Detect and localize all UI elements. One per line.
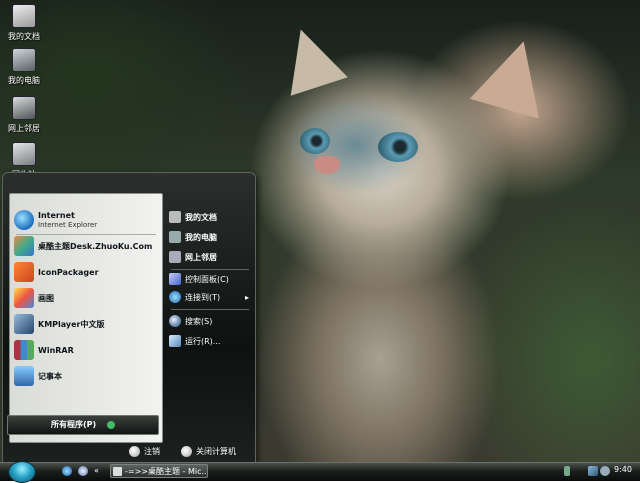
connect-to-icon <box>169 291 181 303</box>
my-computer-icon <box>169 231 181 243</box>
quick-launch-ie-icon[interactable] <box>62 466 72 476</box>
program-iconpackager[interactable]: IconPackager <box>14 260 158 284</box>
my-documents-icon <box>169 211 181 223</box>
run-icon <box>169 335 181 347</box>
place-my-computer[interactable]: 我的电脑 <box>169 229 217 245</box>
paint-icon <box>14 288 34 308</box>
my-documents-icon <box>12 4 36 28</box>
logoff-icon <box>129 445 140 457</box>
iconpackager-icon <box>14 262 34 282</box>
menu-run[interactable]: 运行(R)... <box>169 333 220 349</box>
desktop-icon-label: 我的文档 <box>8 32 40 41</box>
settings-separator <box>171 309 249 310</box>
menu-label: 控制面板(C) <box>185 274 229 284</box>
notepad-icon <box>14 366 34 386</box>
kmplayer-icon <box>14 314 34 334</box>
tray-network-icon[interactable] <box>588 466 598 476</box>
kitten-left-ear <box>272 20 348 96</box>
submenu-arrow-icon: ▸ <box>244 292 249 302</box>
logoff-label: 注销 <box>144 446 160 456</box>
all-programs-arrow-icon <box>106 420 115 429</box>
program-kmplayer[interactable]: KMPlayer中文版 <box>14 312 158 336</box>
menu-connect-to[interactable]: 连接到(T) ▸ <box>169 289 249 305</box>
menu-label: 运行(R)... <box>185 336 221 346</box>
place-my-documents[interactable]: 我的文档 <box>169 209 217 225</box>
program-title: Internet <box>38 210 75 220</box>
taskbar-window-button[interactable]: -=>>桌酷主题 - Mic... <box>110 464 208 478</box>
kitten-left-eye <box>300 128 330 154</box>
window-app-icon <box>113 467 122 476</box>
program-subtitle: Internet Explorer <box>38 220 98 229</box>
program-notepad[interactable]: 记事本 <box>14 364 158 388</box>
my-computer-icon <box>12 48 36 72</box>
all-programs-button[interactable]: 所有程序(P) <box>7 415 159 435</box>
program-zhuoku-theme[interactable]: 桌酷主题Desk.ZhuoKu.Com <box>14 234 158 258</box>
tray-volume-icon[interactable] <box>600 466 610 476</box>
winrar-icon <box>14 340 34 360</box>
network-icon <box>169 251 181 263</box>
program-title: WinRAR <box>38 345 74 355</box>
recycle-bin-icon <box>12 142 36 166</box>
program-winrar[interactable]: WinRAR <box>14 338 158 362</box>
internet-explorer-icon <box>14 210 34 230</box>
program-paint[interactable]: 画图 <box>14 286 158 310</box>
all-programs-label: 所有程序(P) <box>51 420 97 429</box>
shutdown-button[interactable]: 关闭计算机 <box>181 443 236 459</box>
pinned-programs-pane: Internet Internet Explorer 桌酷主题Desk.Zhuo… <box>9 193 163 443</box>
place-label: 网上邻居 <box>185 252 217 262</box>
desktop-icon-label: 我的电脑 <box>8 76 40 85</box>
taskbar-clock: 9:40 <box>614 465 632 474</box>
quick-launch-media-icon[interactable] <box>78 466 88 476</box>
desktop-icon-my-computer[interactable]: 我的电脑 <box>0 48 48 86</box>
desktop-icon-my-documents[interactable]: 我的文档 <box>0 4 48 42</box>
program-title: 画图 <box>38 293 54 303</box>
place-label: 我的文档 <box>185 212 217 222</box>
program-title: KMPlayer中文版 <box>38 319 105 329</box>
shutdown-icon <box>181 445 192 457</box>
kitten-right-ear <box>469 31 559 119</box>
quick-launch-chevron-icon[interactable]: « <box>94 466 102 476</box>
desktop-icon-network[interactable]: 网上邻居 <box>0 96 48 134</box>
menu-control-panel[interactable]: 控制面板(C) <box>169 271 229 287</box>
places-separator <box>171 269 249 270</box>
program-title: 记事本 <box>38 371 62 381</box>
desktop-icon-label: 网上邻居 <box>8 124 40 133</box>
menu-label: 搜索(S) <box>185 316 213 326</box>
logoff-button[interactable]: 注销 <box>129 443 160 459</box>
program-title: 桌酷主题Desk.ZhuoKu.Com <box>38 241 153 251</box>
kitten-right-eye <box>378 132 418 162</box>
taskbar-window-title: -=>>桌酷主题 - Mic... <box>125 467 208 476</box>
program-internet-explorer[interactable]: Internet Internet Explorer <box>14 208 158 232</box>
place-network[interactable]: 网上邻居 <box>169 249 217 265</box>
program-title: IconPackager <box>38 267 99 277</box>
zhuoku-theme-icon <box>14 236 34 256</box>
start-menu: Internet Internet Explorer 桌酷主题Desk.Zhuo… <box>2 172 256 464</box>
tray-expand-icon[interactable] <box>564 466 570 476</box>
shutdown-label: 关闭计算机 <box>196 446 236 456</box>
control-panel-icon <box>169 273 181 285</box>
menu-label: 连接到(T) <box>185 292 221 302</box>
network-icon <box>12 96 36 120</box>
kitten-nose <box>314 156 340 174</box>
menu-search[interactable]: 搜索(S) <box>169 313 212 329</box>
search-icon <box>169 315 181 327</box>
place-label: 我的电脑 <box>185 232 217 242</box>
